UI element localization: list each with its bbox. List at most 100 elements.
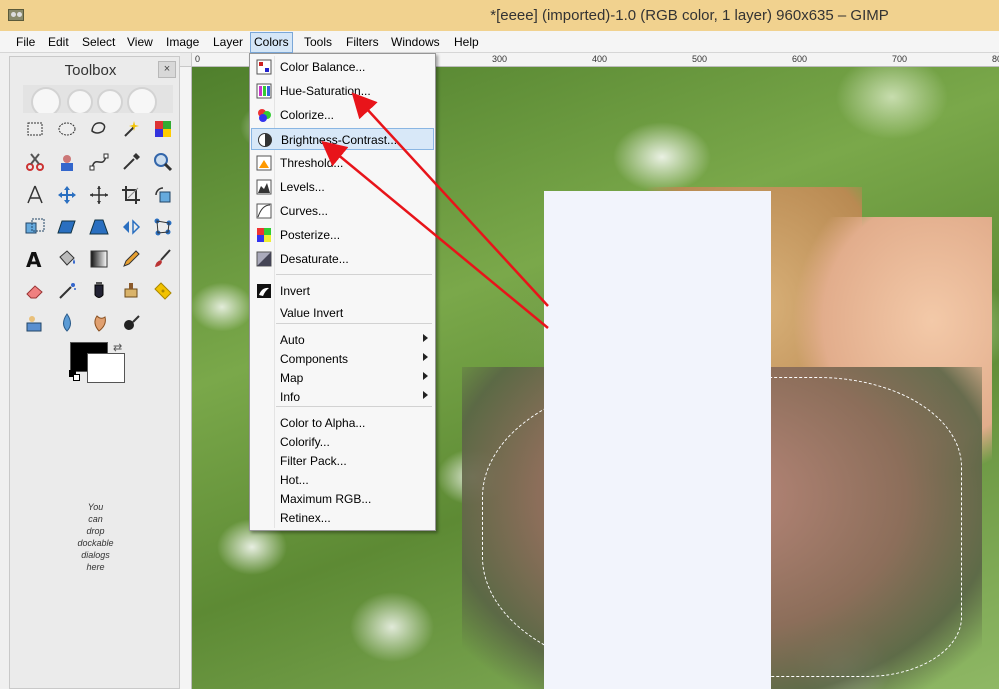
svg-text:A: A [26, 248, 42, 271]
menu-image[interactable]: Image [163, 34, 202, 52]
ellipse-select-icon[interactable] [55, 117, 79, 141]
reset-colors-icon[interactable] [69, 370, 80, 381]
menu-item-label: Auto [280, 333, 305, 347]
color-balance-icon [256, 59, 272, 75]
menu-item-posterize[interactable]: Posterize... [251, 224, 434, 246]
masked-region [544, 191, 771, 689]
menu-item-label: Colorize... [280, 108, 335, 122]
levels-icon [256, 179, 272, 195]
curves-icon [256, 203, 272, 219]
free-select-icon[interactable] [87, 117, 111, 141]
menu-item-label: Color to Alpha... [280, 416, 366, 430]
swap-colors-icon[interactable]: ⇄ [113, 342, 125, 354]
menu-separator [276, 323, 432, 324]
fuzzy-select-icon[interactable] [119, 117, 143, 141]
scissors-icon[interactable] [23, 150, 47, 174]
menu-help[interactable]: Help [451, 34, 482, 52]
menu-item-label: Info [280, 390, 301, 404]
menu-item-invert[interactable]: Invert [251, 280, 434, 302]
ink-icon[interactable] [87, 279, 111, 303]
menu-item-label: Hue-Saturation... [280, 84, 371, 98]
menu-item-hue-saturation[interactable]: Hue-Saturation... [251, 80, 434, 102]
text-icon[interactable]: A [23, 247, 47, 271]
flip-icon[interactable] [119, 215, 143, 239]
color-picker-icon[interactable] [119, 150, 143, 174]
menu-item-label: Maximum RGB... [280, 492, 372, 506]
ruler-label: 600 [792, 54, 808, 64]
menu-item-info[interactable]: Info [251, 386, 434, 408]
menu-item-value-invert[interactable]: Value Invert [251, 302, 434, 324]
rect-select-icon[interactable] [23, 117, 47, 141]
vertical-ruler[interactable] [180, 67, 192, 689]
menu-filters[interactable]: Filters [343, 34, 382, 52]
ruler-label: 700 [892, 54, 908, 64]
hue-saturation-icon [256, 83, 272, 99]
dodge-burn-icon[interactable] [119, 311, 143, 335]
close-icon[interactable]: × [158, 61, 176, 78]
menu-select[interactable]: Select [79, 34, 118, 52]
brightness-contrast-icon [257, 132, 273, 148]
zoom-icon[interactable] [151, 150, 175, 174]
menu-item-label: Retinex... [280, 511, 331, 525]
perspective-icon[interactable] [87, 215, 111, 239]
menu-item-desaturate[interactable]: Desaturate... [251, 248, 434, 270]
menu-windows[interactable]: Windows [388, 34, 443, 52]
measure-icon[interactable] [23, 183, 47, 207]
toolbox-title: Toolbox [64, 62, 117, 79]
ruler-label: 800 [992, 54, 999, 64]
menu-item-color-balance[interactable]: Color Balance... [251, 56, 434, 78]
paintbrush-icon[interactable] [151, 247, 175, 271]
menu-item-label: Colorify... [280, 435, 330, 449]
rotate-icon[interactable] [151, 183, 175, 207]
submenu-arrow-icon [423, 353, 428, 361]
menu-item-brightness-contrast[interactable]: Brightness-Contrast... [251, 128, 434, 150]
menu-colors[interactable]: Colors [250, 32, 293, 53]
menu-file[interactable]: File [13, 34, 38, 52]
menu-item-colorize[interactable]: Colorize... [251, 104, 434, 126]
menu-item-label: Hot... [280, 473, 309, 487]
smudge-icon[interactable] [87, 311, 111, 335]
drop-hint-line: dockable [77, 538, 114, 548]
menu-item-label: Desaturate... [280, 252, 349, 266]
perspective-clone-icon[interactable] [23, 311, 47, 335]
scale-icon[interactable] [23, 215, 47, 239]
move-icon[interactable] [55, 183, 79, 207]
menu-edit[interactable]: Edit [45, 34, 72, 52]
ruler-label: 300 [492, 54, 508, 64]
crop-icon[interactable] [119, 183, 143, 207]
menu-item-label: Components [280, 352, 349, 366]
menu-item-curves[interactable]: Curves... [251, 200, 434, 222]
ruler-label: 0 [195, 54, 201, 64]
shear-icon[interactable] [55, 215, 79, 239]
wilber-drop-area[interactable] [23, 85, 173, 113]
menu-layer[interactable]: Layer [210, 34, 246, 52]
bucket-fill-icon[interactable] [55, 247, 79, 271]
drop-hint-line: can [88, 514, 103, 524]
menu-item-levels[interactable]: Levels... [251, 176, 434, 198]
clone-icon[interactable] [119, 279, 143, 303]
menu-tools[interactable]: Tools [301, 34, 335, 52]
submenu-arrow-icon [423, 334, 428, 342]
menu-item-label: Brightness-Contrast... [281, 133, 398, 147]
pencil-icon[interactable] [119, 247, 143, 271]
colors-dropdown-menu: Color Balance... Hue-Saturation... Coloriz… [249, 53, 436, 531]
menu-item-retinex[interactable]: Retinex... [251, 507, 434, 529]
foreground-select-icon[interactable] [55, 150, 79, 174]
threshold-icon [256, 155, 272, 171]
menu-item-threshold[interactable]: Threshold... [251, 152, 434, 174]
color-select-icon[interactable] [151, 117, 175, 141]
align-icon[interactable] [87, 183, 111, 207]
eraser-icon[interactable] [23, 279, 47, 303]
airbrush-icon[interactable] [55, 279, 79, 303]
ruler-corner[interactable] [180, 53, 192, 67]
blend-icon[interactable] [87, 247, 111, 271]
background-color[interactable] [87, 353, 125, 383]
title-bar: *[eeee] (imported)-1.0 (RGB color, 1 lay… [0, 0, 999, 31]
menu-view[interactable]: View [124, 34, 156, 52]
menu-item-label: Threshold... [280, 156, 344, 170]
paths-icon[interactable] [87, 150, 111, 174]
menu-bar: File Edit Select View Image Layer Colors… [0, 31, 999, 53]
blur-icon[interactable] [55, 311, 79, 335]
cage-transform-icon[interactable] [151, 215, 175, 239]
heal-icon[interactable] [151, 279, 175, 303]
